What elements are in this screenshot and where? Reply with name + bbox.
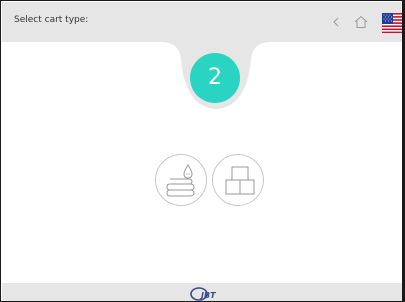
step-number: 2 <box>208 65 222 90</box>
blanket-cart-option[interactable] <box>155 154 207 206</box>
folded-blanket-icon <box>166 164 195 197</box>
svg-text:JBT: JBT <box>199 291 216 300</box>
footer-bar: JBT <box>2 283 404 301</box>
window-edge <box>402 1 404 301</box>
app-window: Select cart type: 2 JBT <box>0 0 405 302</box>
stacked-bins-icon <box>225 166 255 195</box>
jbt-logo: JBT <box>190 287 216 301</box>
bin-cart-option[interactable] <box>212 154 264 206</box>
